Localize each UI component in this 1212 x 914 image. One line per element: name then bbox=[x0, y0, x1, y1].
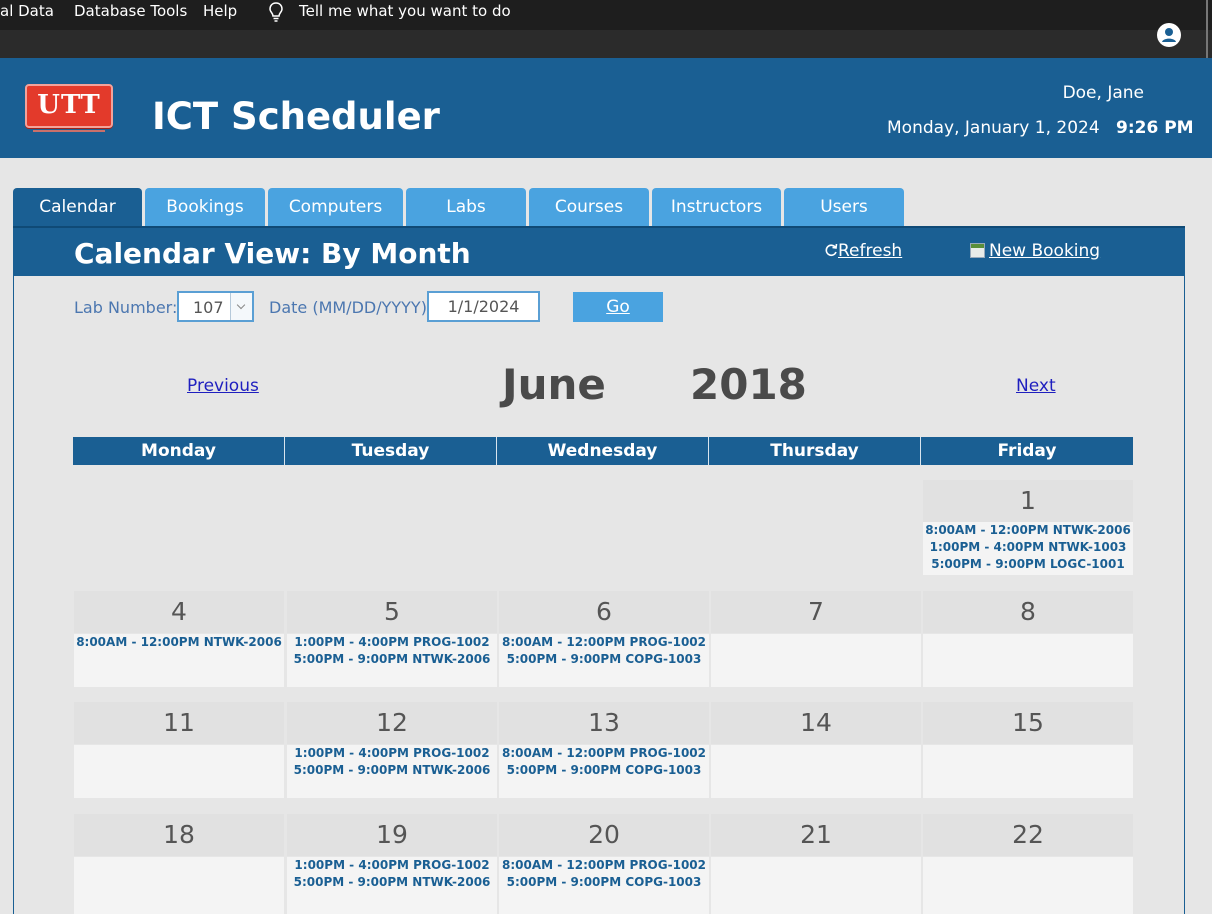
booking-entry[interactable]: 5:00PM - 9:00PM COPG-1003 bbox=[499, 874, 709, 891]
user-name[interactable]: Doe, Jane bbox=[1063, 83, 1144, 103]
lab-number-value: 107 bbox=[193, 298, 224, 317]
tab-users[interactable]: Users bbox=[784, 188, 904, 226]
calendar-day-cell[interactable] bbox=[711, 634, 921, 687]
logo-text: UTT bbox=[37, 90, 101, 120]
current-date: Monday, January 1, 2024 bbox=[887, 118, 1100, 138]
calendar-day-number[interactable]: 18 bbox=[74, 814, 284, 856]
booking-entry[interactable]: 5:00PM - 9:00PM NTWK-2006 bbox=[287, 762, 497, 779]
logo-underline bbox=[33, 130, 105, 132]
tab-computers[interactable]: Computers bbox=[268, 188, 403, 226]
weekday-header-wednesday: Wednesday bbox=[497, 437, 709, 465]
calendar-day-number[interactable]: 7 bbox=[711, 591, 921, 633]
tab-bookings[interactable]: Bookings bbox=[145, 188, 265, 226]
calendar-day-cell[interactable] bbox=[711, 857, 921, 914]
lab-number-label: Lab Number: bbox=[74, 298, 178, 317]
app-title: ICT Scheduler bbox=[152, 95, 440, 138]
new-booking-button[interactable]: New Booking bbox=[970, 241, 1100, 261]
calendar-day-cell[interactable] bbox=[711, 745, 921, 798]
calendar-day-number[interactable]: 14 bbox=[711, 702, 921, 744]
weekday-header-thursday: Thursday bbox=[709, 437, 921, 465]
next-label: Next bbox=[1016, 376, 1056, 396]
calendar-day-cell[interactable]: 8:00AM - 12:00PM PROG-1002 5:00PM - 9:00P… bbox=[499, 745, 709, 798]
calendar-day-cell[interactable]: 8:00AM - 12:00PM NTWK-2006 bbox=[74, 634, 284, 687]
booking-entry[interactable]: 8:00AM - 12:00PM NTWK-2006 bbox=[74, 634, 284, 651]
previous-label: Previous bbox=[187, 376, 259, 396]
booking-entry[interactable]: 5:00PM - 9:00PM LOGC-1001 bbox=[923, 556, 1133, 573]
calendar-day-cell[interactable]: 1:00PM - 4:00PM PROG-1002 5:00PM - 9:00PM… bbox=[287, 745, 497, 798]
next-month-link[interactable]: Next bbox=[1016, 376, 1056, 396]
booking-entry[interactable]: 1:00PM - 4:00PM PROG-1002 bbox=[287, 745, 497, 762]
calendar-day-cell[interactable] bbox=[923, 857, 1133, 914]
utt-logo: UTT bbox=[25, 84, 113, 132]
booking-entry[interactable]: 1:00PM - 4:00PM PROG-1002 bbox=[287, 634, 497, 651]
ribbon-bar: al Data Database Tools Help Tell me what… bbox=[0, 0, 1212, 30]
tab-courses[interactable]: Courses bbox=[529, 188, 649, 226]
calendar-day-number[interactable]: 19 bbox=[287, 814, 497, 856]
tell-me-search[interactable]: Tell me what you want to do bbox=[299, 2, 511, 20]
window-edge bbox=[1206, 30, 1208, 58]
chevron-down-icon[interactable] bbox=[230, 293, 252, 320]
previous-month-link[interactable]: Previous bbox=[187, 376, 259, 396]
calendar-day-number[interactable]: 11 bbox=[74, 702, 284, 744]
panel-title: Calendar View: By Month bbox=[74, 237, 471, 270]
calendar-day-cell[interactable]: 8:00AM - 12:00PM NTWK-2006 1:00PM - 4:00P… bbox=[923, 522, 1133, 575]
tab-instructors[interactable]: Instructors bbox=[652, 188, 781, 226]
calendar-day-cell[interactable] bbox=[74, 857, 284, 914]
calendar-day-cell[interactable] bbox=[923, 745, 1133, 798]
booking-entry[interactable]: 5:00PM - 9:00PM NTWK-2006 bbox=[287, 874, 497, 891]
calendar-day-number[interactable]: 8 bbox=[923, 591, 1133, 633]
calendar-day-number[interactable]: 1 bbox=[923, 480, 1133, 522]
booking-entry[interactable]: 8:00AM - 12:00PM PROG-1002 bbox=[499, 745, 709, 762]
go-button[interactable]: Go bbox=[573, 292, 663, 322]
ribbon-strip bbox=[0, 30, 1212, 58]
booking-entry[interactable]: 8:00AM - 12:00PM PROG-1002 bbox=[499, 634, 709, 651]
refresh-label: Refresh bbox=[838, 241, 903, 261]
year-value: 2018 bbox=[690, 360, 807, 409]
ribbon-item-external-data[interactable]: al Data bbox=[0, 2, 54, 20]
refresh-button[interactable]: Refresh bbox=[824, 241, 902, 261]
tab-calendar[interactable]: Calendar bbox=[13, 188, 142, 226]
calendar-day-number[interactable]: 15 bbox=[923, 702, 1133, 744]
ribbon-item-help[interactable]: Help bbox=[203, 2, 237, 20]
booking-entry[interactable]: 1:00PM - 4:00PM PROG-1002 bbox=[287, 857, 497, 874]
weekday-header-monday: Monday bbox=[73, 437, 285, 465]
calendar-day-number[interactable]: 4 bbox=[74, 591, 284, 633]
calendar-day-number[interactable]: 20 bbox=[499, 814, 709, 856]
calendar-day-number[interactable]: 21 bbox=[711, 814, 921, 856]
window-edge bbox=[1206, 0, 1208, 30]
calendar-day-cell[interactable]: 8:00AM - 12:00PM PROG-1002 5:00PM - 9:00P… bbox=[499, 857, 709, 914]
calendar-day-cell[interactable]: 1:00PM - 4:00PM PROG-1002 5:00PM - 9:00PM… bbox=[287, 634, 497, 687]
user-avatar-icon[interactable] bbox=[1157, 23, 1181, 47]
calendar-day-number[interactable]: 6 bbox=[499, 591, 709, 633]
booking-entry[interactable]: 5:00PM - 9:00PM COPG-1003 bbox=[499, 651, 709, 668]
weekday-header-tuesday: Tuesday bbox=[285, 437, 497, 465]
booking-entry[interactable]: 1:00PM - 4:00PM NTWK-1003 bbox=[923, 539, 1133, 556]
calendar-day-cell[interactable] bbox=[74, 745, 284, 798]
ribbon-item-database-tools[interactable]: Database Tools bbox=[74, 2, 187, 20]
lab-number-select[interactable]: 107 bbox=[177, 291, 254, 322]
refresh-icon bbox=[825, 243, 838, 256]
booking-entry[interactable]: 8:00AM - 12:00PM NTWK-2006 bbox=[923, 522, 1133, 539]
booking-entry[interactable]: 8:00AM - 12:00PM PROG-1002 bbox=[499, 857, 709, 874]
calendar-day-number[interactable]: 13 bbox=[499, 702, 709, 744]
calendar-day-cell[interactable] bbox=[923, 634, 1133, 687]
booking-entry[interactable]: 5:00PM - 9:00PM NTWK-2006 bbox=[287, 651, 497, 668]
lightbulb-icon[interactable] bbox=[266, 1, 286, 23]
new-booking-label: New Booking bbox=[989, 241, 1101, 261]
tab-labs[interactable]: Labs bbox=[406, 188, 526, 226]
app-header: UTT ICT Scheduler Doe, Jane Monday, Janu… bbox=[0, 58, 1212, 158]
weekday-header-friday: Friday bbox=[921, 437, 1133, 465]
current-time: 9:26 PM bbox=[1116, 118, 1194, 138]
booking-entry[interactable]: 5:00PM - 9:00PM COPG-1003 bbox=[499, 762, 709, 779]
month-name: June bbox=[502, 360, 606, 409]
date-input[interactable]: 1/1/2024 bbox=[427, 291, 540, 322]
calendar-day-number[interactable]: 5 bbox=[287, 591, 497, 633]
calendar-icon bbox=[970, 243, 985, 258]
calendar-day-number[interactable]: 12 bbox=[287, 702, 497, 744]
calendar-day-cell[interactable]: 8:00AM - 12:00PM PROG-1002 5:00PM - 9:00P… bbox=[499, 634, 709, 687]
calendar-day-number[interactable]: 22 bbox=[923, 814, 1133, 856]
calendar-day-cell[interactable]: 1:00PM - 4:00PM PROG-1002 5:00PM - 9:00PM… bbox=[287, 857, 497, 914]
date-label: Date (MM/DD/YYYY) bbox=[269, 298, 427, 317]
